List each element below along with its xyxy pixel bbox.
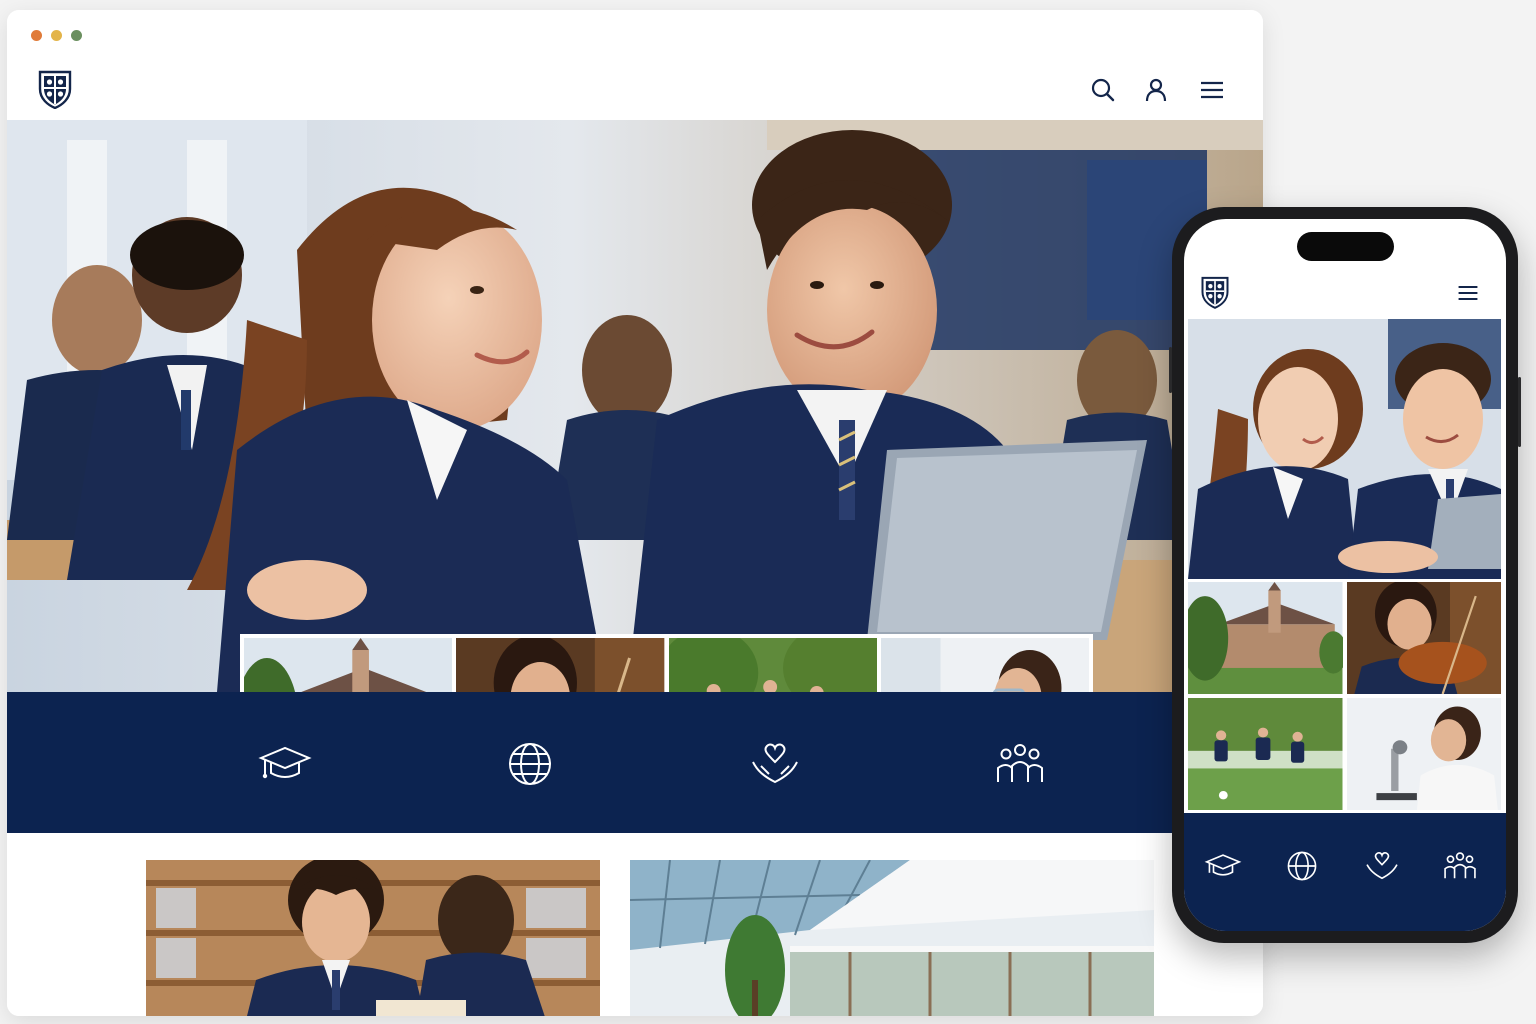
window-maximize-button[interactable] [71,30,82,41]
hero-image [7,120,1263,692]
window-minimize-button[interactable] [51,30,62,41]
student-microscope-photo[interactable] [880,638,1089,692]
graduation-cap-icon [258,746,312,779]
student-microscope-photo[interactable] [1346,698,1501,810]
hands-heart-icon [1366,851,1398,880]
mobile-hero-image [1188,319,1501,579]
students-soccer-photo[interactable] [668,638,877,692]
mobile-screen [1184,219,1506,931]
student-violin-photo[interactable] [1346,582,1501,694]
lower-content [7,833,1263,1016]
student-violin-photo[interactable] [456,638,665,692]
community-people-icon [1444,852,1476,879]
values-band [7,692,1263,833]
glass-atrium-photo[interactable] [630,860,1154,1016]
mobile-device [1169,207,1521,943]
shield-crest-icon[interactable] [37,69,73,109]
shield-crest-icon[interactable] [1200,275,1230,309]
hamburger-menu-icon[interactable] [1456,281,1480,305]
site-header [7,60,1263,120]
browser-titlebar [7,10,1263,61]
campus-building-photo[interactable] [1188,582,1343,694]
mobile-header [1184,259,1506,319]
campus-building-photo[interactable] [244,638,453,692]
phone-volume-button [1169,347,1172,393]
mobile-values-band [1184,813,1506,931]
globe-icon [509,743,551,785]
dynamic-island [1297,232,1394,261]
globe-icon [1287,851,1317,881]
phone-power-button [1518,377,1521,447]
hands-heart-icon [752,743,798,784]
user-account-icon[interactable] [1142,76,1170,104]
student-reading-library-photo[interactable] [146,860,600,1016]
search-icon[interactable] [1089,76,1117,104]
browser-window [7,10,1263,1016]
graduation-cap-icon [1204,854,1242,876]
hero-thumbnail-strip [240,634,1093,692]
hamburger-menu-icon[interactable] [1198,76,1226,104]
students-soccer-photo[interactable] [1188,698,1343,810]
community-people-icon [997,744,1043,782]
window-close-button[interactable] [31,30,42,41]
mobile-thumbnail-grid [1188,582,1501,810]
